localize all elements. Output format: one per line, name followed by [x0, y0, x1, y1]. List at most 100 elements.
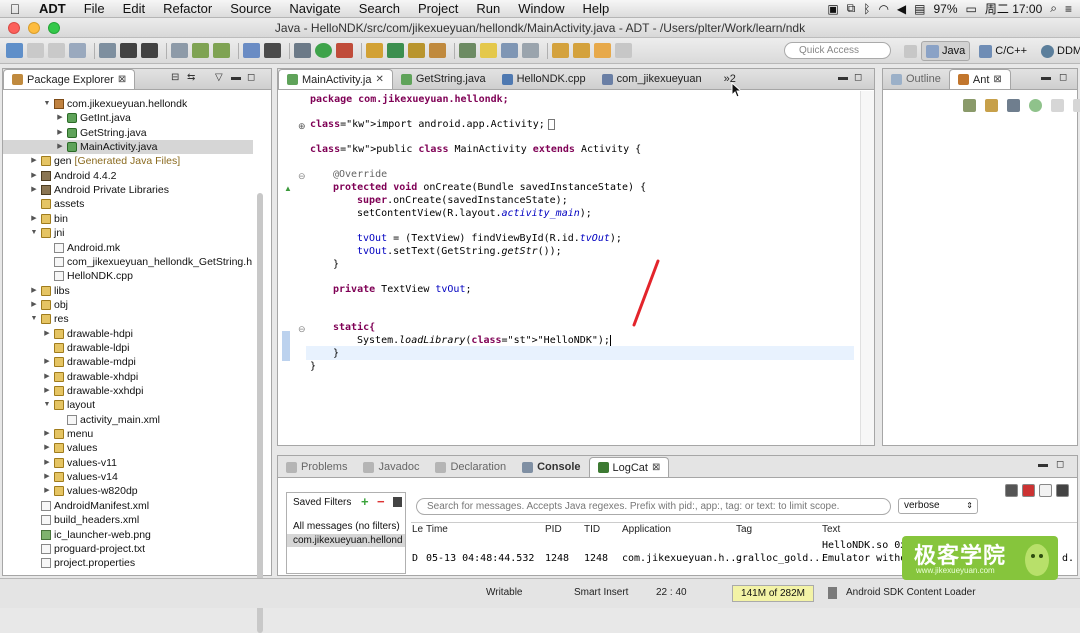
- scroll-lock-icon[interactable]: [1056, 484, 1069, 497]
- annotation-icon[interactable]: [459, 43, 476, 58]
- close-tab-icon[interactable]: ⊠: [652, 462, 660, 473]
- menu-run[interactable]: Run: [467, 0, 509, 18]
- expand-right-icon[interactable]: ▶: [30, 284, 38, 298]
- perspective-ddms-button[interactable]: DDMS: [1036, 41, 1080, 61]
- menu-edit[interactable]: Edit: [114, 0, 154, 18]
- tree-item[interactable]: proguard-project.txt: [30, 542, 145, 556]
- tree-item[interactable]: ▶ libs: [30, 284, 69, 298]
- android-sdk-icon[interactable]: [192, 43, 209, 58]
- expand-right-icon[interactable]: ▶: [30, 154, 38, 168]
- notification-center-icon[interactable]: ≡: [1065, 2, 1072, 16]
- new-class-icon[interactable]: [387, 43, 404, 58]
- search-buildfile-icon[interactable]: [985, 99, 998, 112]
- close-tab-icon[interactable]: ⊠: [993, 74, 1001, 85]
- tab-console[interactable]: Console: [514, 457, 588, 477]
- volume-icon[interactable]: ◀: [897, 2, 906, 16]
- tab-javadoc[interactable]: Javadoc: [355, 457, 427, 477]
- tree-item[interactable]: ▼ jni: [30, 226, 65, 240]
- prev-annotation-icon[interactable]: [573, 43, 590, 58]
- tree-item[interactable]: ▼ res: [30, 312, 69, 326]
- expand-right-icon[interactable]: ▶: [43, 470, 51, 484]
- tool-icon[interactable]: [171, 43, 188, 58]
- tree-item[interactable]: drawable-ldpi: [43, 341, 129, 355]
- add-buildfile-icon[interactable]: [963, 99, 976, 112]
- tree-item[interactable]: project.properties: [30, 556, 135, 570]
- external-tools-icon[interactable]: [336, 43, 353, 58]
- expand-right-icon[interactable]: ▶: [56, 111, 64, 125]
- tree-item[interactable]: ▶ drawable-hdpi: [43, 327, 133, 341]
- tree-item[interactable]: ▶ obj: [30, 298, 68, 312]
- expand-right-icon[interactable]: ▶: [43, 327, 51, 341]
- upload-icon[interactable]: [120, 43, 137, 58]
- menu-help[interactable]: Help: [574, 0, 619, 18]
- expand-right-icon[interactable]: ▶: [43, 456, 51, 470]
- tree-item[interactable]: ▶ drawable-mdpi: [43, 355, 136, 369]
- fold-collapse-icon[interactable]: ⊖: [298, 324, 306, 335]
- tree-item[interactable]: Android.mk: [43, 241, 120, 255]
- tree-item[interactable]: assets: [30, 197, 84, 211]
- build-icon[interactable]: [99, 43, 116, 58]
- tab-getstring[interactable]: GetString.java: [393, 69, 494, 89]
- tree-item[interactable]: ▼ com.jikexueyuan.hellondk: [43, 97, 188, 111]
- menu-search[interactable]: Search: [350, 0, 409, 18]
- edit-filter-icon[interactable]: [393, 497, 402, 507]
- status-insert-mode[interactable]: Smart Insert: [574, 587, 628, 598]
- fold-collapse-icon[interactable]: ⊖: [298, 171, 306, 182]
- maximize-view-icon[interactable]: ◻: [854, 72, 862, 83]
- paragraph-icon[interactable]: [522, 43, 539, 58]
- back-icon[interactable]: [594, 43, 611, 58]
- tab-header-file[interactable]: com_jikexueyuan: [594, 69, 710, 89]
- expand-right-icon[interactable]: ▶: [43, 484, 51, 498]
- minimize-view-icon[interactable]: ▬: [231, 72, 241, 83]
- battery-percent[interactable]: 97%: [934, 2, 958, 16]
- tree-item[interactable]: ▶ values-v11: [43, 456, 117, 470]
- minimize-view-icon[interactable]: ▬: [1041, 72, 1051, 83]
- maximize-view-icon[interactable]: ◻: [1056, 459, 1064, 470]
- new-icon[interactable]: [6, 43, 23, 58]
- tree-item[interactable]: ▶ MainActivity.java: [3, 140, 253, 155]
- expand-right-icon[interactable]: ▶: [30, 169, 38, 183]
- collapse-all-icon[interactable]: ⊟: [171, 72, 179, 83]
- heap-status[interactable]: 141M of 282M: [732, 585, 814, 602]
- next-annotation-icon[interactable]: [552, 43, 569, 58]
- col-level[interactable]: Le: [412, 524, 423, 535]
- clock[interactable]: 周二 17:00: [985, 0, 1042, 17]
- camera-icon[interactable]: ▣: [827, 2, 838, 16]
- tab-hellondk-cpp[interactable]: HelloNDK.cpp: [494, 69, 594, 89]
- close-tab-icon[interactable]: ⊠: [118, 74, 126, 85]
- expand-right-icon[interactable]: ▶: [56, 126, 64, 140]
- run-icon[interactable]: [315, 43, 332, 58]
- expand-right-icon[interactable]: ▶: [30, 298, 38, 312]
- apple-menu-icon[interactable]: : [0, 1, 30, 17]
- checklist-icon[interactable]: [243, 43, 260, 58]
- view-menu-icon[interactable]: ▽: [215, 72, 223, 83]
- tree-item[interactable]: ▶ values: [43, 441, 97, 455]
- debug-icon[interactable]: [294, 43, 311, 58]
- tab-problems[interactable]: Problems: [278, 457, 355, 477]
- fold-expand-icon[interactable]: ⊕: [298, 121, 306, 132]
- mark-occurrences-icon[interactable]: [480, 43, 497, 58]
- sync-icon[interactable]: ⧉: [847, 1, 856, 16]
- menu-navigate[interactable]: Navigate: [280, 0, 349, 18]
- expand-right-icon[interactable]: ▶: [43, 355, 51, 369]
- expand-right-icon[interactable]: ▶: [56, 140, 64, 154]
- tab-declaration[interactable]: Declaration: [427, 457, 514, 477]
- minimize-view-icon[interactable]: ▬: [838, 72, 848, 83]
- logcat-search-input[interactable]: Search for messages. Accepts Java regexe…: [416, 498, 891, 515]
- tree-item[interactable]: activity_main.xml: [56, 413, 160, 427]
- expand-right-icon[interactable]: ▶: [30, 183, 38, 197]
- tree-item[interactable]: ▶ gen [Generated Java Files]: [30, 154, 180, 168]
- expand-right-icon[interactable]: ▶: [43, 384, 51, 398]
- tree-item[interactable]: ▶ Android Private Libraries: [30, 183, 169, 197]
- tree-item[interactable]: ▼ layout: [43, 398, 96, 412]
- tree-item[interactable]: ▶ values-v14: [43, 470, 117, 484]
- expand-right-icon[interactable]: ▶: [43, 441, 51, 455]
- clear-log-icon[interactable]: [1022, 484, 1035, 497]
- tree-item[interactable]: ▶ bin: [30, 212, 68, 226]
- col-application[interactable]: Application: [622, 524, 671, 535]
- col-text[interactable]: Text: [822, 524, 840, 535]
- tree-item[interactable]: ic_launcher-web.png: [30, 528, 151, 542]
- remove-all-icon[interactable]: [1073, 99, 1080, 112]
- tree-item[interactable]: HelloNDK.cpp: [43, 269, 133, 283]
- expand-right-icon[interactable]: ▶: [30, 212, 38, 226]
